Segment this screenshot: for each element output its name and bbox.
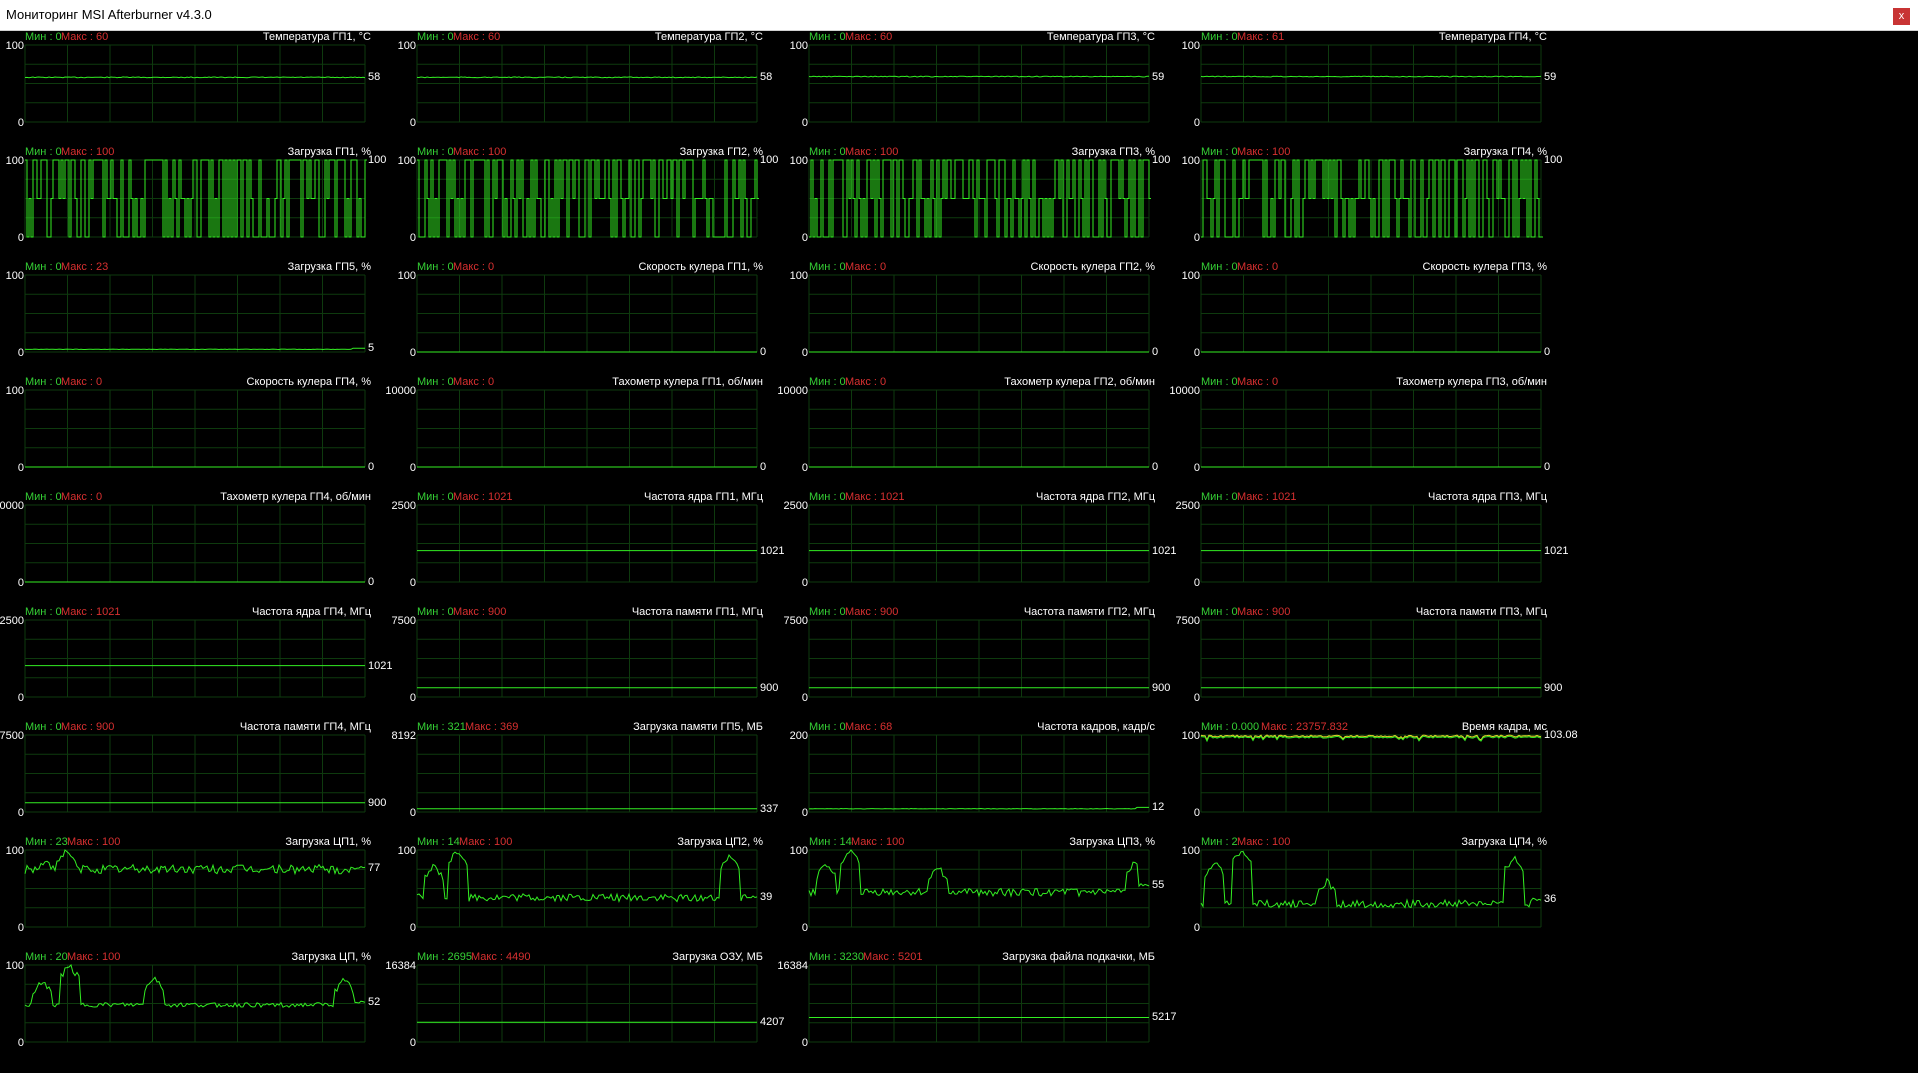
graph-current-value: 100 (368, 154, 387, 166)
graph-panel[interactable]: Мин : 0 Макс : 0 Тахометр кулера ГП3, об/м… (1169, 376, 1655, 491)
graph-grid (24, 274, 366, 353)
graph-current-value: 900 (760, 682, 779, 694)
graph-grid (1200, 619, 1542, 698)
graph-current-value: 52 (368, 996, 381, 1008)
graph-current-value: 0 (1544, 461, 1551, 473)
monitoring-graphs[interactable]: Мин : 0 Макс : 60 Температура ГП1, °С 100 0 5… (0, 31, 1918, 1073)
graph-panel[interactable]: Мин : 0 Макс : 1021 Частота ядра ГП3, МГц 2… (1176, 491, 1655, 606)
graph-current-value: 100 (1152, 154, 1171, 166)
graph-grid (1200, 44, 1542, 123)
graph-series-line (1200, 75, 1542, 78)
graph-current-value: 1021 (1544, 545, 1569, 557)
graph-current-value: 900 (1544, 682, 1563, 694)
graph-current-value: 0 (368, 576, 375, 588)
graph-grid (24, 619, 366, 698)
graph-current-value: 100 (1544, 154, 1563, 166)
graph-grid (1200, 274, 1542, 353)
graph-current-value: 77 (368, 862, 381, 874)
close-button[interactable]: x (1893, 8, 1910, 25)
graph-grid (416, 44, 758, 123)
graph-grid (808, 389, 1150, 468)
graph-panel[interactable]: Мин : 2 Макс : 100 Загрузка ЦП4, % 100 0 36 (1176, 836, 1655, 951)
graph-current-value: 59 (1152, 71, 1165, 83)
graph-current-value: 900 (368, 797, 387, 809)
graph-grid (24, 849, 366, 928)
graph-current-value: 0 (760, 346, 767, 358)
graph-current-value: 5217 (1152, 1011, 1177, 1023)
graph-current-value: 100 (760, 154, 779, 166)
graph-panel[interactable]: Мин : 0 Макс : 61 Температура ГП4, °С 100 0 5… (1176, 31, 1655, 146)
graph-grid (24, 504, 366, 583)
graph-series-line (416, 76, 758, 79)
graph-plot (1200, 619, 1542, 698)
graph-plot (808, 964, 1150, 1043)
graph-current-value: 337 (760, 803, 779, 815)
graph-grid (416, 734, 758, 813)
graph-series-line (808, 75, 1150, 78)
graph-panel[interactable]: Мин : 0 Макс : 0 Скорость кулера ГП3, % 100… (1176, 261, 1655, 376)
graph-grid (416, 504, 758, 583)
graph-current-value: 59 (1544, 71, 1557, 83)
graph-grid (416, 964, 758, 1043)
graph-grid (24, 389, 366, 468)
graph-grid (24, 734, 366, 813)
graph-current-value: 103.08 (1544, 729, 1578, 741)
graph-current-value: 58 (760, 71, 773, 83)
graph-current-value: 4207 (760, 1016, 785, 1028)
graph-current-value: 0 (760, 461, 767, 473)
graph-plot (1200, 274, 1542, 353)
graph-panel[interactable]: Мин : 3230 Макс : 5201 Загрузка файла подк… (777, 951, 1263, 1066)
graph-grid (1200, 389, 1542, 468)
graph-plot (1200, 389, 1542, 468)
graph-grid (1200, 734, 1542, 813)
graph-current-value: 36 (1544, 893, 1557, 905)
graph-current-value: 1021 (760, 545, 785, 557)
graph-panel[interactable]: Мин : 0 Макс : 100 Загрузка ГП4, % 100 0 100 (1176, 146, 1655, 261)
graph-grid (808, 849, 1150, 928)
graph-grid (24, 44, 366, 123)
graph-plot (1200, 159, 1543, 238)
graph-panel[interactable]: Мин : 0 Макс : 900 Частота памяти ГП3, МГц… (1176, 606, 1655, 721)
graph-current-value: 1021 (368, 660, 393, 672)
graph-grid (416, 389, 758, 468)
graph-current-value: 1021 (1152, 545, 1177, 557)
graph-current-value: 5 (368, 342, 375, 354)
graph-grid (808, 504, 1150, 583)
graph-current-value: 12 (1152, 801, 1165, 813)
graph-plot (1200, 504, 1542, 583)
graph-current-value: 0 (1152, 461, 1159, 473)
graph-current-value: 0 (1544, 346, 1551, 358)
graph-current-value: 0 (368, 461, 375, 473)
graph-current-value: 900 (1152, 682, 1171, 694)
graph-grid (808, 734, 1150, 813)
graph-current-value: 39 (760, 891, 773, 903)
window-title: Мониторинг MSI Afterburner v4.3.0 (6, 7, 212, 22)
graph-current-value: 0 (1152, 346, 1159, 358)
graph-grid (808, 44, 1150, 123)
graph-current-value: 55 (1152, 879, 1165, 891)
window-titlebar: Мониторинг MSI Afterburner v4.3.0 x (0, 0, 1918, 31)
graph-grid (808, 619, 1150, 698)
graph-panel[interactable]: Мин : 0.000 Макс : 23757.832 Время кадра, … (1176, 721, 1655, 836)
graph-plot (1200, 734, 1542, 813)
graph-plot (1200, 44, 1542, 123)
graph-grid (808, 964, 1150, 1043)
graph-grid (1200, 504, 1542, 583)
graph-grid (416, 619, 758, 698)
graph-current-value: 58 (368, 71, 381, 83)
graph-grid (808, 274, 1150, 353)
graph-grid (416, 274, 758, 353)
graph-plot (1200, 849, 1542, 928)
